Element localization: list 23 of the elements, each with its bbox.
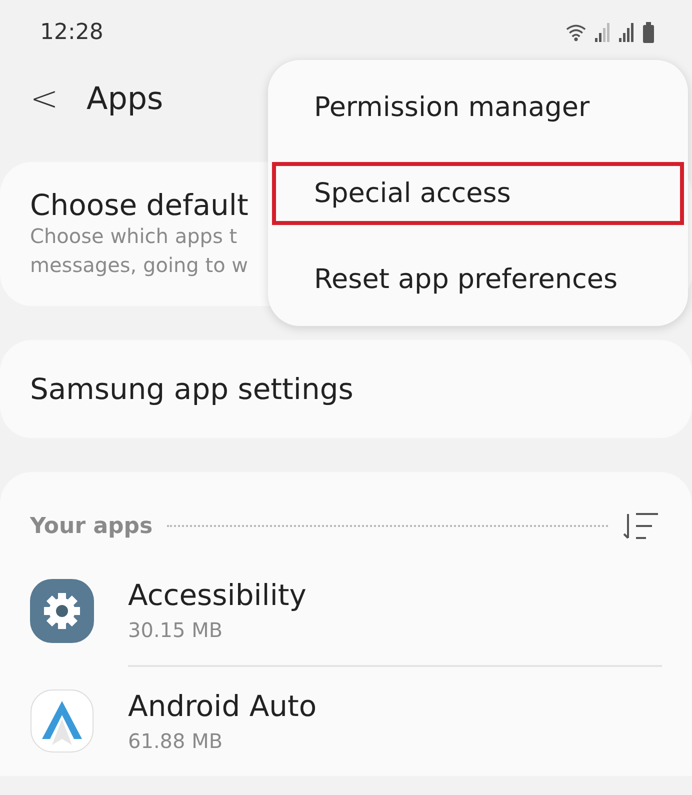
app-row[interactable]: Accessibility 30.15 MB	[30, 556, 662, 666]
app-name: Android Auto	[128, 689, 318, 723]
card-description: messages, going to w	[30, 252, 248, 279]
card-description: Choose which apps t	[30, 223, 238, 250]
app-name: Accessibility	[128, 578, 308, 612]
settings-card[interactable]: Samsung app settings	[0, 340, 692, 438]
menu-item[interactable]: Reset app preferences	[272, 248, 684, 310]
card-title: Choose default	[30, 188, 248, 222]
app-row[interactable]: Android Auto 61.88 MB	[30, 666, 662, 776]
app-size: 61.88 MB	[128, 729, 224, 753]
signal-icon	[595, 22, 611, 42]
menu-item[interactable]: Special access	[272, 162, 684, 224]
card-title: Samsung app settings	[30, 372, 354, 406]
battery-icon	[643, 22, 654, 42]
gear-icon	[30, 579, 94, 643]
wifi-icon	[565, 22, 587, 42]
signal-icon	[619, 22, 635, 42]
menu-item[interactable]: Permission manager	[272, 76, 684, 138]
section-title: Your apps	[30, 514, 153, 538]
status-time: 12:28	[40, 20, 104, 44]
app-size: 30.15 MB	[128, 618, 224, 642]
back-button[interactable]: <	[30, 79, 58, 119]
page-title: Apps	[86, 81, 164, 117]
